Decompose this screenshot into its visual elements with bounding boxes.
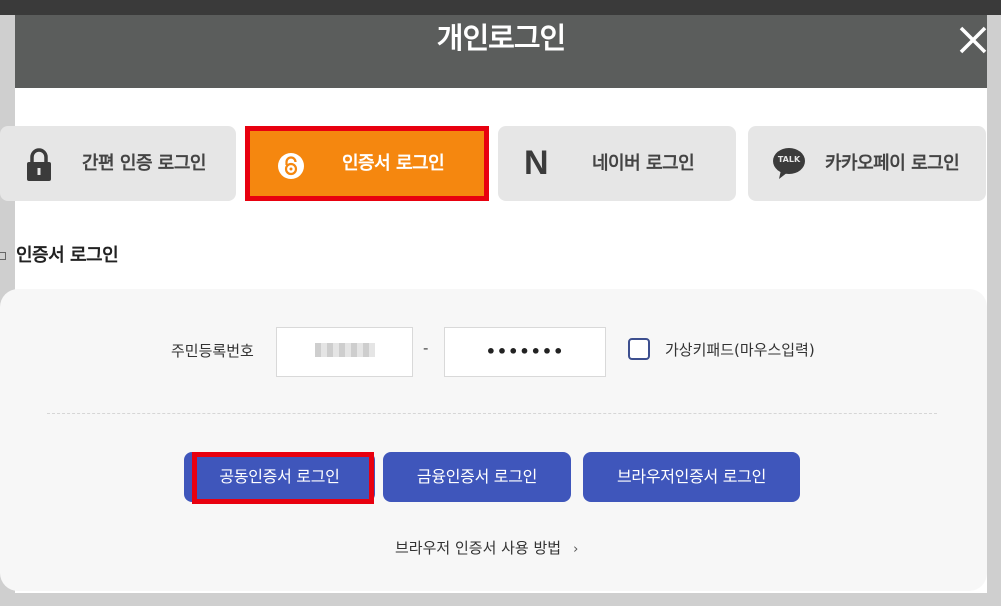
modal-header: 개인로그인 bbox=[15, 15, 987, 88]
section-title: 인증서 로그인 bbox=[0, 242, 119, 270]
tab-naver-label: 네이버 로그인 bbox=[592, 153, 695, 174]
naver-icon: N bbox=[524, 144, 549, 182]
virtual-keypad-label[interactable]: 가상키패드(마우스입력) bbox=[665, 336, 815, 364]
modal-title: 개인로그인 bbox=[436, 21, 566, 55]
financial-certificate-login-button[interactable]: 금융인증서 로그인 bbox=[383, 452, 571, 502]
certificate-icon bbox=[278, 153, 304, 179]
close-icon bbox=[959, 26, 987, 54]
tab-simple-auth-login[interactable]: 간편 인증 로그인 bbox=[0, 126, 236, 201]
lock-icon bbox=[27, 148, 51, 181]
tab-kakaopay-label: 카카오페이 로그인 bbox=[825, 153, 960, 174]
tab-kakaopay-login[interactable]: TALK 카카오페이 로그인 bbox=[748, 126, 986, 201]
virtual-keypad-checkbox[interactable] bbox=[628, 338, 650, 360]
tab-naver-login[interactable]: N 네이버 로그인 bbox=[498, 126, 736, 201]
rrn-label: 주민등록번호 bbox=[171, 342, 254, 360]
rrn-second-input[interactable]: ••••••• bbox=[444, 327, 606, 377]
tab-certificate-label: 인증서 로그인 bbox=[342, 153, 445, 174]
browser-certificate-login-button[interactable]: 브라우저인증서 로그인 bbox=[583, 452, 800, 502]
section-bullet-icon bbox=[0, 252, 6, 260]
section-title-text: 인증서 로그인 bbox=[16, 245, 119, 266]
kakao-talk-icon-text: TALK bbox=[777, 155, 801, 164]
rrn-first-redacted bbox=[315, 343, 375, 357]
browser-cert-help-link[interactable]: 브라우저 인증서 사용 방법 › bbox=[395, 536, 578, 560]
joint-certificate-login-button[interactable]: 공동인증서 로그인 bbox=[184, 452, 375, 502]
browser-cert-help-label: 브라우저 인증서 사용 방법 bbox=[395, 539, 562, 557]
close-button[interactable] bbox=[953, 20, 993, 60]
rrn-dash: - bbox=[423, 339, 429, 357]
chevron-right-icon: › bbox=[573, 542, 579, 557]
window-top-strip bbox=[0, 0, 1001, 15]
tab-certificate-login[interactable]: 인증서 로그인 bbox=[245, 126, 489, 201]
tab-simple-auth-label: 간편 인증 로그인 bbox=[82, 153, 206, 174]
kakao-talk-icon: TALK bbox=[772, 146, 806, 182]
dashed-divider bbox=[47, 413, 937, 414]
